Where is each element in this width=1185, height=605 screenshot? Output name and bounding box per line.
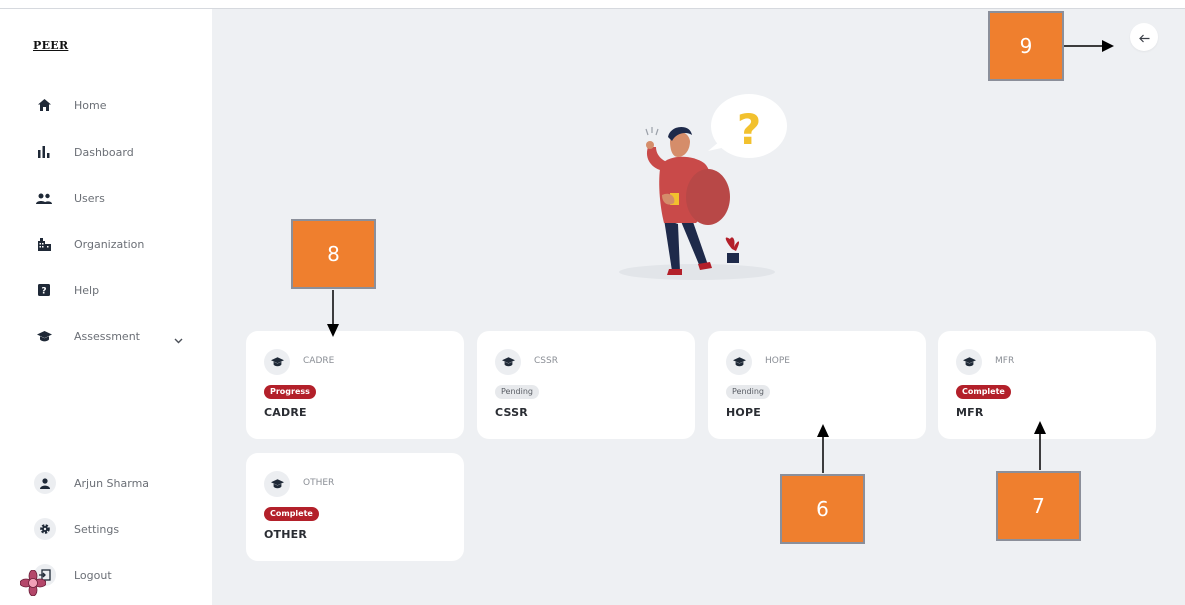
sidebar-item-home[interactable]: Home (36, 93, 196, 117)
card-title: HOPE (726, 406, 761, 419)
settings-label: Settings (74, 522, 120, 536)
sidebar-item-label: Users (74, 191, 105, 205)
assessment-card-other[interactable]: OTHER Complete OTHER (246, 453, 464, 561)
building-icon (36, 236, 52, 252)
graduation-cap-icon (264, 349, 290, 375)
user-name: Arjun Sharma (74, 476, 150, 490)
logout-label: Logout (74, 568, 112, 582)
card-title: OTHER (264, 528, 308, 541)
status-badge: Complete (264, 507, 319, 521)
annotation-label-7: 7 (996, 471, 1081, 541)
settings-button[interactable]: Settings (34, 516, 194, 542)
sidebar-item-label: Home (74, 98, 107, 112)
sidebar-item-help[interactable]: ? Help (36, 278, 196, 302)
graduation-cap-icon (495, 349, 521, 375)
users-icon (36, 190, 52, 206)
sidebar-item-assessment[interactable]: Assessment (36, 324, 196, 348)
card-tag: OTHER (303, 478, 335, 488)
card-tag: CSSR (534, 356, 558, 366)
status-badge: Pending (726, 385, 770, 399)
confused-person-illustration: ? (612, 89, 792, 289)
logout-button[interactable]: Logout (34, 562, 194, 588)
app-root: PEER Home Dashboard Users Organization ?… (0, 0, 1185, 605)
sidebar-item-label: Organization (74, 237, 145, 251)
sidebar-item-organization[interactable]: Organization (36, 232, 196, 256)
user-profile[interactable]: Arjun Sharma (34, 470, 194, 496)
card-title: MFR (956, 406, 984, 419)
status-badge: Complete (956, 385, 1011, 399)
sidebar-item-dashboard[interactable]: Dashboard (36, 140, 196, 164)
bar-chart-icon (36, 144, 52, 160)
gear-icon (34, 518, 56, 540)
assessment-card-cadre[interactable]: CADRE Progress CADRE (246, 331, 464, 439)
annotation-label-6: 6 (780, 474, 865, 544)
user-icon (34, 472, 56, 494)
svg-text:?: ? (41, 287, 46, 297)
help-icon: ? (36, 282, 52, 298)
sidebar-item-label: Assessment (74, 329, 140, 343)
brand-logo[interactable]: PEER (33, 39, 68, 52)
status-badge: Pending (495, 385, 539, 399)
card-title: CADRE (264, 406, 307, 419)
assessment-card-cssr[interactable]: CSSR Pending CSSR (477, 331, 695, 439)
assessment-card-mfr[interactable]: MFR Complete MFR (938, 331, 1156, 439)
chevron-down-icon[interactable] (174, 329, 183, 348)
graduation-cap-icon (956, 349, 982, 375)
sidebar-item-label: Dashboard (74, 145, 134, 159)
assessment-card-hope[interactable]: HOPE Pending HOPE (708, 331, 926, 439)
sidebar-item-label: Help (74, 283, 100, 297)
card-tag: MFR (995, 356, 1015, 366)
flower-logo-icon (19, 569, 47, 600)
graduation-cap-icon (36, 328, 52, 344)
back-button[interactable] (1130, 23, 1158, 51)
graduation-cap-icon (726, 349, 752, 375)
card-tag: HOPE (765, 356, 790, 366)
annotation-label-8: 8 (291, 219, 376, 289)
home-icon (36, 97, 52, 113)
card-tag: CADRE (303, 356, 335, 366)
svg-text:?: ? (737, 105, 761, 154)
sidebar: PEER Home Dashboard Users Organization ?… (0, 9, 212, 605)
graduation-cap-icon (264, 471, 290, 497)
annotation-label-9: 9 (988, 11, 1064, 81)
status-badge: Progress (264, 385, 316, 399)
sidebar-item-users[interactable]: Users (36, 186, 196, 210)
arrow-left-icon (1138, 28, 1150, 47)
card-title: CSSR (495, 406, 528, 419)
